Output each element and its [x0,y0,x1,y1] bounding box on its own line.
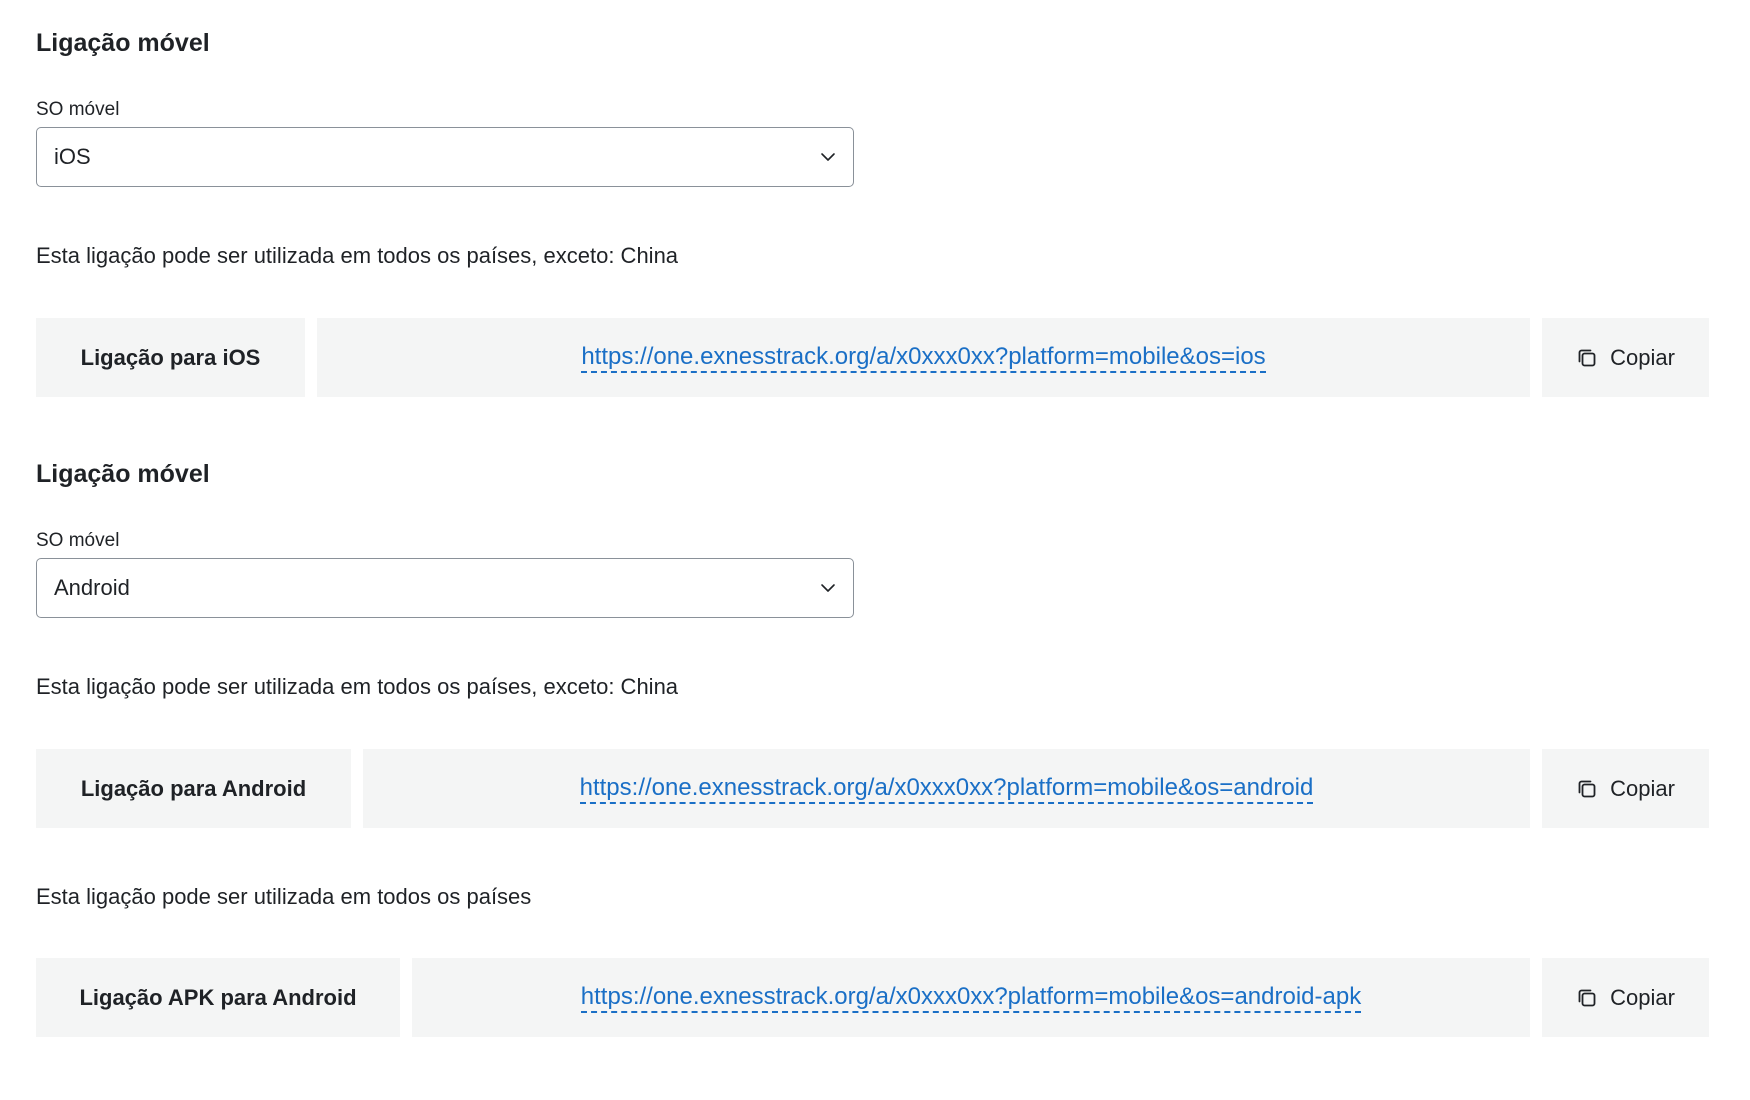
link-url-cell-ios: https://one.exnesstrack.org/a/x0xxx0xx?p… [317,318,1530,397]
mobile-os-label-android: SO móvel [36,530,120,551]
link-url-android-apk[interactable]: https://one.exnesstrack.org/a/x0xxx0xx?p… [580,983,1362,1013]
mobile-os-select-value: Android [54,575,130,600]
link-label-text: Ligação para Android [80,775,307,801]
availability-note-android: Esta ligação pode ser utilizada em todos… [36,674,679,699]
link-url-android[interactable]: https://one.exnesstrack.org/a/x0xxx0xx?p… [579,774,1314,804]
link-label-android-apk: Ligação APK para Android [36,958,400,1037]
chevron-down-icon [821,584,835,592]
copy-icon [1578,780,1596,797]
copy-button-label: Copiar [1610,344,1675,370]
availability-note-android-apk: Esta ligação pode ser utilizada em todos… [36,884,532,909]
mobile-os-select-ios[interactable]: iOS [36,127,854,187]
link-url-ios[interactable]: https://one.exnesstrack.org/a/x0xxx0xx?p… [581,343,1266,373]
copy-button-ios[interactable]: Copiar [1542,318,1709,397]
section-title-android: Ligação móvel [36,460,210,488]
copy-button-label: Copiar [1610,775,1675,801]
section-title-ios: Ligação móvel [36,29,210,57]
mobile-os-select-value: iOS [54,144,91,169]
link-label-android: Ligação para Android [36,749,351,828]
copy-icon [1578,349,1596,366]
link-label-ios: Ligação para iOS [36,318,305,397]
availability-note-ios: Esta ligação pode ser utilizada em todos… [36,243,679,268]
mobile-os-select-android[interactable]: Android [36,558,854,618]
chevron-down-icon [821,153,835,161]
mobile-os-label-ios: SO móvel [36,99,120,120]
copy-icon [1578,989,1596,1006]
copy-button-label: Copiar [1610,984,1675,1010]
copy-button-android-apk[interactable]: Copiar [1542,958,1709,1037]
link-label-text: Ligação para iOS [80,344,261,370]
link-url-cell-android-apk: https://one.exnesstrack.org/a/x0xxx0xx?p… [412,958,1530,1037]
link-url-cell-android: https://one.exnesstrack.org/a/x0xxx0xx?p… [363,749,1530,828]
copy-button-android[interactable]: Copiar [1542,749,1709,828]
link-label-text: Ligação APK para Android [79,984,357,1010]
